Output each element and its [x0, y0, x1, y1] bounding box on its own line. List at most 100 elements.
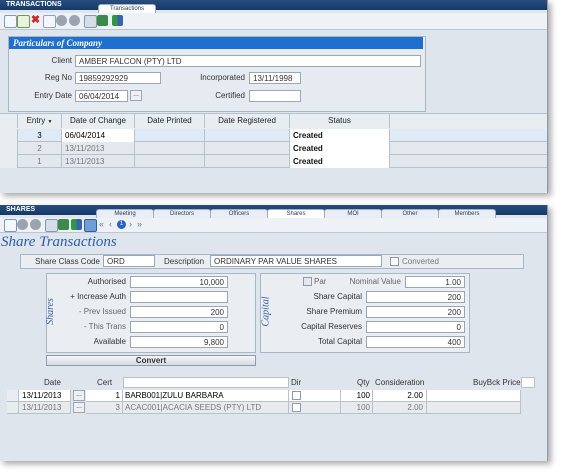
date-printed-cell[interactable]: [135, 142, 205, 155]
increase-auth-field[interactable]: [130, 291, 228, 303]
share-transactions-heading: Share Transactions: [1, 234, 117, 250]
description-field[interactable]: ORDINARY PAR VALUE SHARES: [210, 255, 382, 267]
date-cell[interactable]: 13/11/2013: [19, 390, 71, 402]
header-status[interactable]: Status: [290, 114, 390, 128]
buyback-price-cell[interactable]: [427, 402, 521, 414]
capital-reserves-field[interactable]: 0: [366, 321, 465, 333]
member-cell[interactable]: BARB001|ZULU BARBARA: [123, 390, 289, 402]
header-qty[interactable]: Qty: [357, 377, 369, 389]
transactions-titlebar: TRANSACTIONS: [0, 0, 547, 10]
stop-icon[interactable]: [30, 219, 41, 230]
consideration-cell[interactable]: 2.00: [373, 402, 427, 414]
converted-checkbox[interactable]: [390, 257, 399, 266]
qty-cell[interactable]: 100: [341, 402, 373, 414]
share-class-field[interactable]: ORD: [103, 255, 155, 267]
row-selector[interactable]: [0, 129, 18, 142]
authorised-field[interactable]: 10,000: [130, 276, 228, 288]
header-member[interactable]: [123, 377, 289, 388]
nominal-value-field[interactable]: 1.00: [405, 276, 465, 288]
date-of-change-cell[interactable]: 13/11/2013: [62, 155, 135, 168]
grid-view-icon[interactable]: [84, 219, 97, 232]
cert-cell[interactable]: 3: [86, 402, 123, 414]
status-cell[interactable]: Created: [290, 142, 390, 155]
new-record-icon[interactable]: [4, 219, 17, 232]
row-selector[interactable]: [7, 402, 19, 414]
entry-cell[interactable]: 3: [18, 129, 62, 142]
header-date-printed[interactable]: Date Printed: [135, 114, 205, 128]
incorporated-field[interactable]: 13/11/1998: [249, 72, 301, 84]
header-consideration[interactable]: Consideration: [375, 377, 424, 389]
row-selector[interactable]: [0, 142, 18, 155]
regno-field[interactable]: 19859292929: [75, 72, 161, 84]
dir-cell[interactable]: [289, 402, 341, 414]
table-row[interactable]: 13/11/2013... 1 BARB001|ZULU BARBARA 100 2.0…: [0, 390, 547, 402]
par-checkbox[interactable]: [303, 277, 312, 286]
entry-date-field[interactable]: 06/04/2014: [75, 90, 128, 102]
last-record-icon[interactable]: »: [137, 218, 142, 231]
header-cert[interactable]: Cert: [97, 377, 112, 389]
total-capital-field[interactable]: 400: [366, 336, 465, 348]
header-date[interactable]: Date: [44, 377, 61, 389]
date-registered-cell[interactable]: [205, 129, 290, 142]
table-row[interactable]: 13/11/2013... 3 ACAC001|ACACIA SEEDS (PTY)…: [0, 402, 547, 414]
this-trans-field[interactable]: 0: [130, 321, 228, 333]
qty-cell[interactable]: 100: [341, 390, 373, 402]
date-picker-button[interactable]: ...: [73, 402, 85, 413]
date-of-change-cell[interactable]: 06/04/2014: [62, 129, 135, 142]
grid-corner: [0, 114, 18, 128]
dir-cell[interactable]: [289, 390, 341, 402]
table-row[interactable]: 2 13/11/2013 Created: [0, 142, 547, 155]
date-registered-cell[interactable]: [205, 142, 290, 155]
header-entry[interactable]: Entry ▼: [18, 114, 62, 128]
date-picker-button[interactable]: ...: [73, 390, 85, 401]
member-cell[interactable]: ACAC001|ACACIA SEEDS (PTY) LTD: [123, 402, 289, 414]
entry-date-picker-button[interactable]: ...: [130, 90, 142, 101]
export-icon[interactable]: [97, 15, 108, 26]
first-record-icon[interactable]: «: [99, 218, 104, 231]
header-buyback-price[interactable]: BuyBck Price: [473, 377, 521, 389]
previous-record-icon[interactable]: ‹: [109, 218, 112, 231]
chart-icon[interactable]: [112, 15, 123, 26]
status-cell[interactable]: Created: [290, 129, 390, 142]
header-dir[interactable]: Dir: [291, 377, 301, 389]
share-capital-field[interactable]: 200: [366, 291, 465, 303]
date-cell[interactable]: 13/11/2013: [19, 402, 71, 414]
description-label: Description: [164, 257, 205, 266]
delete-icon[interactable]: ✖: [30, 15, 41, 26]
new-record-icon[interactable]: [4, 15, 17, 28]
entry-cell[interactable]: 2: [18, 142, 62, 155]
convert-button[interactable]: Convert: [46, 355, 256, 366]
next-record-icon[interactable]: ›: [129, 218, 132, 231]
prev-issued-field[interactable]: 200: [130, 306, 228, 318]
date-printed-cell[interactable]: [135, 155, 205, 168]
chart-icon[interactable]: [71, 219, 82, 230]
row-selector[interactable]: [7, 390, 19, 402]
export-icon[interactable]: [58, 219, 69, 230]
entry-cell[interactable]: 1: [18, 155, 62, 168]
row-selector[interactable]: [0, 155, 18, 168]
date-of-change-cell[interactable]: 13/11/2013: [62, 142, 135, 155]
available-field[interactable]: 9,800: [130, 336, 228, 348]
dir-checkbox[interactable]: [292, 391, 301, 400]
status-cell[interactable]: Created: [290, 155, 390, 168]
date-printed-cell[interactable]: [135, 129, 205, 142]
cancel-icon[interactable]: [17, 219, 28, 230]
date-registered-cell[interactable]: [205, 155, 290, 168]
consideration-cell[interactable]: 2.00: [373, 390, 427, 402]
certified-field[interactable]: [249, 90, 301, 102]
edit-icon[interactable]: [17, 15, 30, 28]
stop-icon[interactable]: [69, 15, 80, 26]
header-date-of-change[interactable]: Date of Change: [62, 114, 135, 128]
share-premium-field[interactable]: 200: [366, 306, 465, 318]
client-field[interactable]: AMBER FALCON (PTY) LTD: [75, 55, 421, 67]
print-icon[interactable]: [45, 219, 58, 232]
table-row[interactable]: 1 13/11/2013 Created: [0, 155, 547, 168]
table-row[interactable]: 3 06/04/2014 Created: [0, 129, 547, 142]
buyback-price-cell[interactable]: [427, 390, 521, 402]
header-date-registered[interactable]: Date Registered: [205, 114, 290, 128]
copy-icon[interactable]: [43, 15, 56, 28]
dir-checkbox[interactable]: [292, 403, 301, 412]
cancel-icon[interactable]: [56, 15, 67, 26]
cert-cell[interactable]: 1: [86, 390, 123, 402]
print-icon[interactable]: [84, 15, 97, 28]
